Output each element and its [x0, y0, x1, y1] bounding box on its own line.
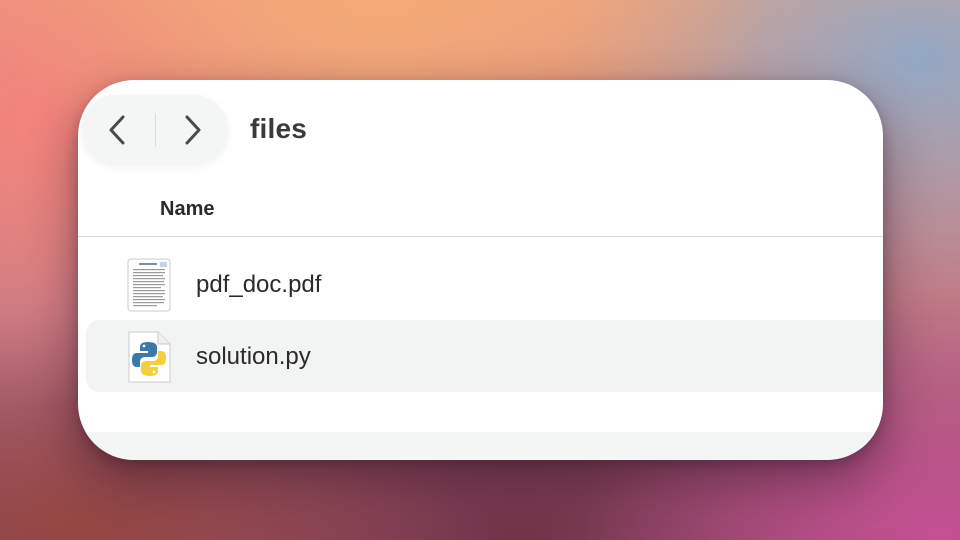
status-bar — [78, 432, 883, 460]
column-header: Name — [78, 180, 883, 237]
finder-window: files Name pdf_doc.pdf solution.py — [78, 80, 883, 460]
back-button[interactable] — [82, 95, 154, 165]
file-row-pdf-doc[interactable]: pdf_doc.pdf — [86, 248, 883, 320]
column-header-name[interactable]: Name — [160, 198, 214, 221]
window-title: files — [250, 113, 308, 144]
python-file-icon — [128, 331, 171, 383]
forward-button[interactable] — [156, 95, 228, 165]
file-name: pdf_doc.pdf — [196, 271, 322, 298]
navigation-controls — [82, 95, 228, 165]
chevron-left-icon — [109, 115, 125, 145]
pdf-document-icon — [127, 258, 171, 312]
chevron-right-icon — [185, 115, 201, 145]
toolbar: files — [78, 80, 883, 180]
file-name: solution.py — [196, 343, 311, 370]
file-row-solution-py[interactable]: solution.py — [86, 320, 883, 392]
